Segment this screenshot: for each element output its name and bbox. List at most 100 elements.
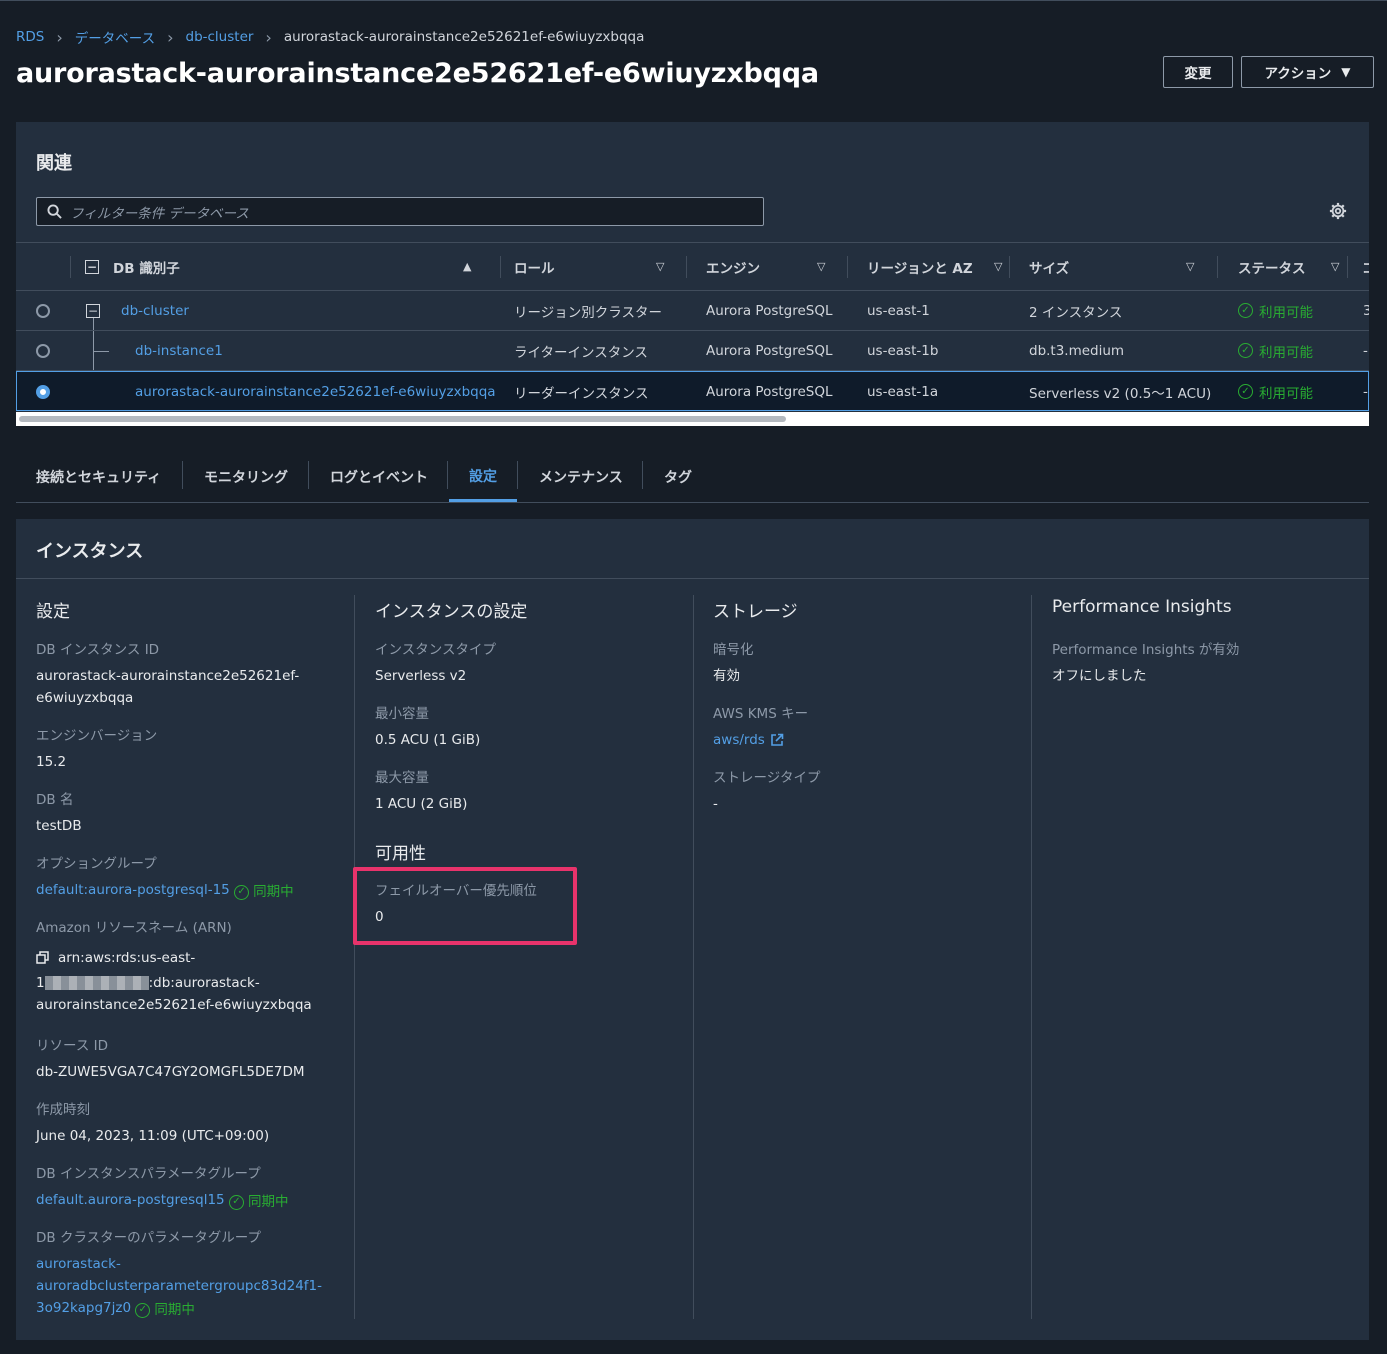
resource-id-label: リソース ID	[36, 1038, 108, 1054]
db-identifier-link[interactable]: db-cluster	[121, 291, 189, 330]
kms-key-link[interactable]: aws/rds	[713, 729, 765, 751]
column-size[interactable]: サイズ ▽	[1010, 243, 1218, 290]
arn-value-cont: :db:aurorastack-	[148, 975, 260, 991]
sync-status: ✓ 同期中	[135, 1299, 195, 1321]
top-border	[0, 0, 1387, 1]
chevron-right-icon: ›	[167, 27, 174, 47]
horizontal-scrollbar[interactable]	[16, 412, 1369, 426]
arn-value: arn:aws:rds:us-east-	[58, 950, 196, 966]
search-icon	[47, 204, 62, 219]
instance-settings-column: インスタンスの設定 インスタンスタイプ Serverless v2 最小容量 0…	[375, 597, 675, 925]
related-title: 関連	[36, 153, 72, 174]
tab-logs-events[interactable]: ログとイベント	[330, 452, 428, 502]
truncated-cell: -	[1363, 383, 1368, 400]
db-identifier-text[interactable]: db-cluster	[121, 303, 189, 319]
column-region-az[interactable]: リージョンと AZ ▽	[848, 243, 1010, 290]
performance-insights-column: Performance Insights Performance Insight…	[1052, 597, 1352, 684]
breadcrumb-rds[interactable]: RDS	[16, 29, 44, 45]
instance-id-label: DB インスタンス ID	[36, 642, 160, 658]
select-column-header	[16, 243, 71, 290]
status-badge: ✓ 利用可能	[1238, 291, 1313, 330]
db-identifier-link[interactable]: db-instance1	[135, 331, 223, 370]
truncated-cell: 3	[1363, 302, 1369, 319]
column-db-identifier-label: DB 識別子	[113, 260, 180, 277]
chevron-right-icon: ›	[265, 27, 272, 47]
scrollbar-thumb[interactable]	[19, 416, 786, 422]
storage-type-label: ストレージタイプ	[713, 770, 821, 786]
status-text: 利用可能	[1259, 304, 1313, 321]
config-heading: 設定	[36, 602, 70, 622]
change-button[interactable]: 変更	[1163, 56, 1233, 88]
page-title: aurorastack-aurorainstance2e52621ef-e6wi…	[16, 58, 819, 89]
db-identifier-text[interactable]: db-instance1	[135, 343, 223, 359]
db-identifier-text[interactable]: aurorastack-aurorainstance2e52621ef-e6wi…	[135, 384, 496, 400]
breadcrumb-databases[interactable]: データベース	[75, 27, 155, 47]
column-engine-label: エンジン	[706, 260, 760, 277]
tab-connectivity-security[interactable]: 接続とセキュリティ	[36, 452, 161, 502]
copy-icon[interactable]	[36, 951, 50, 965]
cluster-param-group-link[interactable]: aurorastack-	[36, 1256, 121, 1272]
sync-text: 同期中	[253, 884, 294, 900]
cluster-param-group-link-cont[interactable]: auroradbclusterparametergroupc83d24f1-	[36, 1278, 322, 1294]
instance-type-value: Serverless v2	[375, 668, 467, 684]
check-circle-icon: ✓	[1238, 303, 1253, 318]
created-label: 作成時刻	[36, 1102, 90, 1118]
status-badge: ✓ 利用可能	[1238, 372, 1313, 411]
param-group-link[interactable]: default.aurora-postgresql15	[36, 1192, 225, 1208]
sync-status: ✓ 同期中	[228, 1191, 289, 1213]
gear-icon[interactable]	[1329, 202, 1347, 220]
check-circle-icon: ✓	[1238, 384, 1253, 399]
row-radio[interactable]	[36, 291, 50, 330]
role-cell: リージョン別クラスター	[514, 304, 662, 321]
check-circle-icon: ✓	[1238, 343, 1253, 358]
column-engine[interactable]: エンジン ▽	[687, 243, 848, 290]
kms-key-label: AWS KMS キー	[713, 706, 809, 722]
resource-id-value: db-ZUWE5VGA7C47GY2OMGFL5DE7DM	[36, 1064, 305, 1080]
engine-version-value: 15.2	[36, 754, 67, 770]
redacted-account-id	[44, 976, 149, 990]
storage-column: ストレージ 暗号化 有効 AWS KMS キー aws/rds ストレージタイプ…	[713, 597, 1013, 812]
sync-text: 同期中	[247, 1194, 289, 1210]
breadcrumb-db-cluster[interactable]: db-cluster	[186, 29, 254, 45]
role-cell: リーダーインスタンス	[514, 385, 649, 402]
collapse-all-icon[interactable]: −	[85, 259, 99, 274]
db-identifier-link[interactable]: aurorastack-aurorainstance2e52621ef-e6wi…	[135, 372, 496, 411]
tab-maintenance[interactable]: メンテナンス	[539, 452, 623, 502]
table-row[interactable]: − db-cluster リージョン別クラスター Aurora PostgreS…	[16, 291, 1369, 331]
actions-button[interactable]: アクション ▼	[1241, 56, 1374, 88]
created-value: June 04, 2023, 11:09 (UTC+09:00)	[36, 1128, 270, 1144]
column-db-identifier[interactable]: − DB 識別子 ▲	[71, 243, 501, 290]
actions-button-label: アクション	[1264, 66, 1332, 82]
row-radio[interactable]	[36, 331, 50, 370]
storage-heading: ストレージ	[713, 602, 798, 622]
external-link-icon[interactable]	[770, 733, 784, 747]
engine-cell: Aurora PostgreSQL	[706, 342, 833, 359]
breadcrumb: RDS › データベース › db-cluster › aurorastack-…	[16, 27, 645, 48]
column-role[interactable]: ロール ▽	[501, 243, 687, 290]
param-group-label: DB インスタンスパラメータグループ	[36, 1166, 261, 1182]
column-status[interactable]: ステータス ▽	[1218, 243, 1348, 290]
highlight-box	[353, 867, 577, 945]
engine-version-label: エンジンバージョン	[36, 728, 158, 744]
table-row-selected[interactable]: aurorastack-aurorainstance2e52621ef-e6wi…	[16, 371, 1369, 411]
filter-databases-input[interactable]: フィルター条件 データベース	[36, 197, 764, 226]
option-group-link[interactable]: default:aurora-postgresql-15	[36, 882, 230, 898]
sort-icon: ▽	[817, 260, 826, 273]
performance-insights-value: オフにしました	[1052, 668, 1147, 684]
sort-icon: ▽	[994, 260, 1003, 273]
tab-monitoring[interactable]: モニタリング	[204, 452, 288, 502]
row-radio-selected[interactable]	[36, 372, 50, 411]
instance-type-label: インスタンスタイプ	[375, 642, 496, 658]
cluster-param-group-link-cont2[interactable]: 3o92kapg7jz0	[36, 1300, 131, 1316]
tab-configuration[interactable]: 設定	[449, 452, 517, 502]
sort-asc-icon: ▲	[463, 260, 472, 273]
change-button-label: 変更	[1184, 66, 1212, 82]
table-row[interactable]: db-instance1 ライターインスタンス Aurora PostgreSQ…	[16, 331, 1369, 371]
instance-id-value-cont: e6wiuyzxbqqa	[36, 690, 134, 706]
column-region-az-label: リージョンと AZ	[867, 260, 973, 277]
breadcrumb-current: aurorastack-aurorainstance2e52621ef-e6wi…	[283, 29, 645, 45]
instance-title: インスタンス	[36, 541, 144, 562]
collapse-icon[interactable]: −	[86, 291, 100, 330]
tab-tags[interactable]: タグ	[664, 452, 692, 502]
min-capacity-label: 最小容量	[375, 706, 429, 722]
